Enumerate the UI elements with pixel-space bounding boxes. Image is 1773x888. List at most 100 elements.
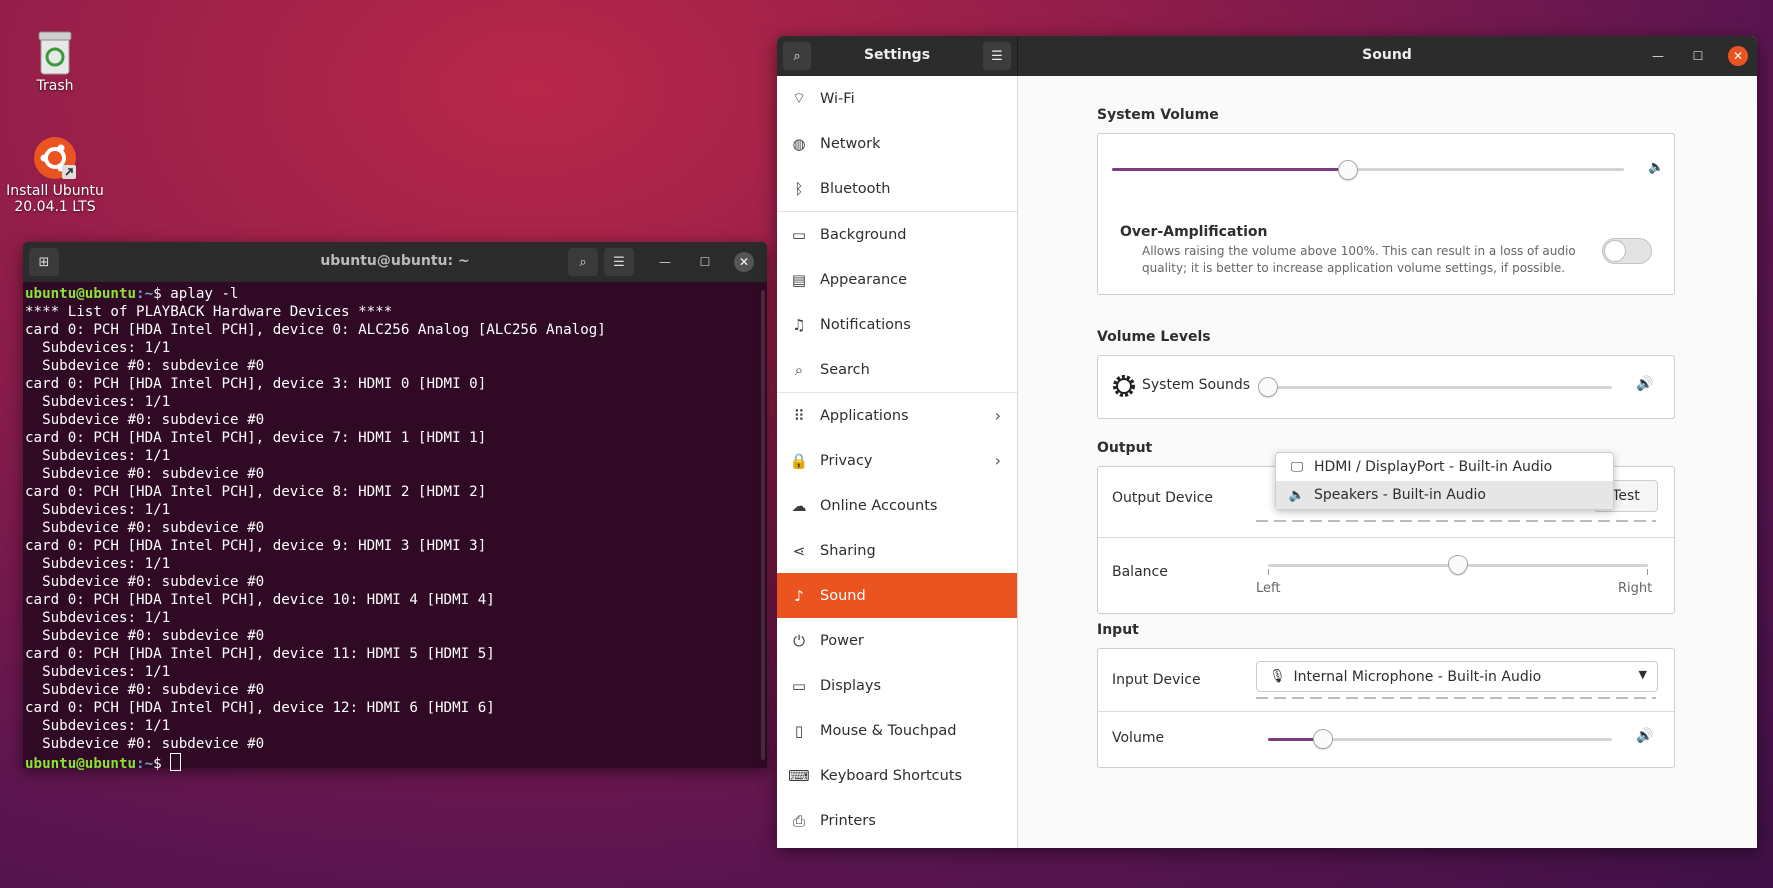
speaker-icon: 🔈 bbox=[1288, 487, 1306, 503]
sidebar-item-privacy[interactable]: 🔒 Privacy › bbox=[777, 438, 1017, 483]
prompt-user-2: ubuntu@ubuntu bbox=[25, 756, 137, 772]
sidebar-item-label: Displays bbox=[820, 677, 882, 694]
system-volume-frame: 🔈 Over-Amplification Allows raising the … bbox=[1097, 133, 1675, 295]
terminal-line: card 0: PCH [HDA Intel PCH], device 3: H… bbox=[25, 376, 487, 392]
balance-knob[interactable] bbox=[1448, 555, 1468, 575]
prompt-path: :~ bbox=[136, 286, 154, 302]
terminal-scrollbar[interactable] bbox=[761, 290, 765, 760]
text-cursor bbox=[170, 753, 182, 771]
settings-headerbar-left: ⌕ Settings ☰ bbox=[777, 36, 1018, 76]
terminal-command: aplay -l bbox=[170, 286, 239, 302]
sidebar-item-label: Wi-Fi bbox=[820, 90, 855, 107]
sidebar-item-notifications[interactable]: ♫ Notifications bbox=[777, 302, 1017, 347]
terminal-window[interactable]: ⊞ ubuntu@ubuntu: ~ ⌕ ☰ — ☐ ✕ ubuntu@ubun… bbox=[23, 242, 767, 772]
terminal-line: Subdevice #0: subdevice #0 bbox=[25, 358, 265, 374]
system-volume-fill bbox=[1112, 168, 1348, 171]
terminal-search-icon[interactable]: ⌕ bbox=[568, 248, 598, 276]
sidebar-item-label: Sound bbox=[820, 587, 866, 604]
maximize-icon[interactable]: ☐ bbox=[695, 252, 715, 272]
output-device-label: Output Device bbox=[1112, 490, 1213, 506]
terminal-line: Subdevice #0: subdevice #0 bbox=[25, 466, 265, 482]
desktop-install-ubuntu[interactable]: Install Ubuntu 20.04.1 LTS bbox=[0, 135, 110, 215]
chevron-right-icon: › bbox=[994, 451, 1001, 470]
sidebar-item-sound[interactable]: ♪ Sound bbox=[777, 573, 1017, 618]
sidebar-item-network[interactable]: ◍ Network bbox=[777, 121, 1017, 166]
output-device-dashline bbox=[1256, 520, 1656, 522]
prompt-path-2: :~ bbox=[136, 756, 154, 772]
input-device-label: Input Device bbox=[1112, 672, 1201, 688]
output-option-label: Speakers - Built-in Audio bbox=[1314, 487, 1486, 503]
terminal-line: Subdevices: 1/1 bbox=[25, 718, 171, 734]
network-icon: ◍ bbox=[792, 134, 806, 153]
input-frame: Input Device 🎙 Internal Microphone - Bui… bbox=[1097, 648, 1675, 768]
cloud-icon: ☁ bbox=[791, 496, 807, 515]
sidebar-item-sharing[interactable]: ⋖ Sharing bbox=[777, 528, 1017, 573]
over-amplification-toggle[interactable] bbox=[1602, 238, 1652, 264]
trash-icon bbox=[37, 30, 73, 76]
sidebar-item-displays[interactable]: ▭ Displays bbox=[777, 663, 1017, 708]
sidebar-item-printers[interactable]: ⎙ Printers bbox=[777, 798, 1017, 843]
speaker-icon: 🔊 bbox=[1636, 376, 1654, 392]
panel-title: Sound bbox=[1362, 47, 1412, 63]
sidebar-item-appearance[interactable]: ▤ Appearance bbox=[777, 257, 1017, 302]
terminal-line: Subdevice #0: subdevice #0 bbox=[25, 520, 265, 536]
input-device-dashline bbox=[1256, 697, 1656, 699]
sidebar-item-label: Network bbox=[820, 135, 881, 152]
microphone-icon: 🎙 bbox=[1269, 669, 1286, 684]
output-option[interactable]: 🖵 HDMI / DisplayPort - Built-in Audio bbox=[1276, 453, 1613, 481]
sidebar-item-background[interactable]: ▭ Background bbox=[777, 212, 1017, 257]
sidebar-item-label: Online Accounts bbox=[820, 497, 938, 514]
output-divider bbox=[1098, 537, 1674, 538]
wifi-icon: ⌔ bbox=[791, 89, 807, 107]
sidebar-item-label: Search bbox=[820, 361, 870, 378]
minimize-icon[interactable]: — bbox=[1648, 46, 1668, 66]
sidebar-item-label: Background bbox=[820, 226, 907, 243]
terminal-menu-icon[interactable]: ☰ bbox=[604, 248, 634, 276]
sidebar-item-keyboard-shortcuts[interactable]: ⌨ Keyboard Shortcuts bbox=[777, 753, 1017, 798]
minimize-icon[interactable]: — bbox=[655, 252, 675, 272]
install-ubuntu-label-1: Install Ubuntu bbox=[6, 183, 104, 199]
system-sounds-slider[interactable] bbox=[1268, 386, 1612, 389]
speaker-icon: 🔈 bbox=[1648, 160, 1665, 175]
terminal-line: Subdevice #0: subdevice #0 bbox=[25, 574, 265, 590]
system-sounds-gear-icon bbox=[1112, 374, 1136, 402]
sidebar-item-label: Sharing bbox=[820, 542, 876, 559]
sidebar-item-applications[interactable]: ⠿ Applications › bbox=[777, 393, 1017, 438]
close-icon[interactable]: ✕ bbox=[1728, 46, 1748, 66]
terminal-line: card 0: PCH [HDA Intel PCH], device 9: H… bbox=[25, 538, 487, 554]
input-device-value: Internal Microphone - Built-in Audio bbox=[1293, 668, 1542, 685]
keyboard-icon: ⌨ bbox=[788, 766, 810, 785]
speaker-icon: 🔊 bbox=[1636, 728, 1654, 744]
over-amplification-desc-2: quality; it is better to increase applic… bbox=[1142, 261, 1566, 275]
close-icon[interactable]: ✕ bbox=[734, 252, 754, 272]
sidebar-item-label: Privacy bbox=[820, 452, 873, 469]
balance-right-label: Right bbox=[1618, 581, 1653, 596]
balance-label: Balance bbox=[1112, 564, 1168, 580]
system-volume-slider[interactable] bbox=[1112, 168, 1624, 171]
terminal-line: Subdevices: 1/1 bbox=[25, 556, 171, 572]
sidebar-item-wi-fi[interactable]: ⌔ Wi-Fi bbox=[777, 76, 1017, 121]
terminal-output[interactable]: ubuntu@ubuntu:~$ aplay -l **** List of P… bbox=[23, 282, 767, 776]
prompt-symbol-2: $ bbox=[153, 756, 171, 772]
desktop-trash[interactable]: Trash bbox=[0, 30, 110, 94]
input-volume-knob[interactable] bbox=[1313, 729, 1334, 749]
printer-icon: ⎙ bbox=[792, 811, 805, 830]
terminal-line: **** List of PLAYBACK Hardware Devices *… bbox=[25, 304, 393, 320]
sidebar-item-search[interactable]: ⌕ Search bbox=[777, 347, 1017, 393]
install-ubuntu-label-2: 20.04.1 LTS bbox=[14, 199, 96, 215]
sidebar-item-power[interactable]: ⏻ Power bbox=[777, 618, 1017, 663]
sidebar-item-mouse-touchpad[interactable]: ▯ Mouse & Touchpad bbox=[777, 708, 1017, 753]
output-option[interactable]: 🔈 Speakers - Built-in Audio bbox=[1276, 481, 1613, 509]
maximize-icon[interactable]: ☐ bbox=[1688, 46, 1708, 66]
terminal-line: Subdevices: 1/1 bbox=[25, 394, 171, 410]
displays-icon: ▭ bbox=[791, 676, 807, 695]
settings-menu-icon[interactable]: ☰ bbox=[983, 42, 1011, 70]
output-device-popover[interactable]: 🖵 HDMI / DisplayPort - Built-in Audio 🔈 Spe… bbox=[1275, 452, 1614, 510]
system-sounds-knob[interactable] bbox=[1258, 377, 1278, 397]
system-volume-knob[interactable] bbox=[1337, 160, 1358, 180]
terminal-line: card 0: PCH [HDA Intel PCH], device 7: H… bbox=[25, 430, 487, 446]
settings-window[interactable]: ⌕ Settings ☰ Sound — ☐ ✕ ⌔ Wi-Fi ◍ Network ᛒ… bbox=[777, 36, 1757, 848]
sidebar-item-online-accounts[interactable]: ☁ Online Accounts bbox=[777, 483, 1017, 528]
input-device-combo[interactable]: 🎙 Internal Microphone - Built-in Audio ▼ bbox=[1256, 661, 1658, 692]
sidebar-item-bluetooth[interactable]: ᛒ Bluetooth bbox=[777, 166, 1017, 212]
